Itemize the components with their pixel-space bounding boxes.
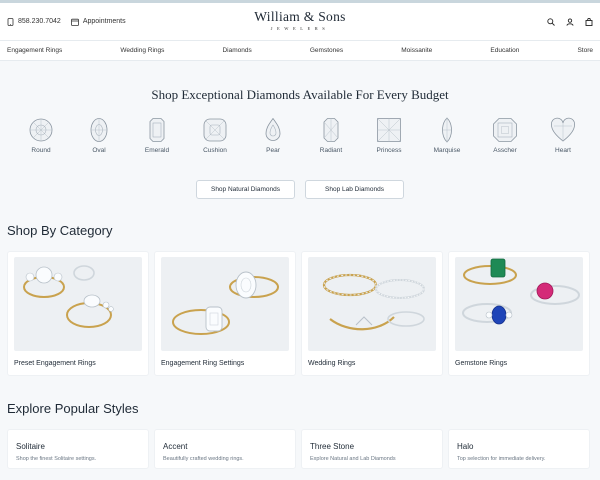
round-diamond-icon [29,118,53,142]
popular-section-title: Explore Popular Styles [7,401,139,416]
diamond-buttons: Shop Natural Diamonds Shop Lab Diamonds [0,180,600,199]
nav-diamonds[interactable]: Diamonds [222,47,251,54]
nav-wedding-rings[interactable]: Wedding Rings [120,47,164,54]
shape-oval[interactable]: Oval [80,117,118,154]
category-card-wedding-rings[interactable]: Wedding Rings [301,251,443,376]
style-card-halo[interactable]: Halo Top selection for immediate deliver… [448,429,590,469]
shape-label: Radiant [319,147,343,154]
phone-number: 858.230.7042 [18,18,61,25]
shape-heart[interactable]: Heart [544,117,582,154]
style-title: Halo [457,442,474,451]
category-list: Preset Engagement Rings Engagement Ring … [0,251,600,376]
phone-link[interactable]: 858.230.7042 [7,17,61,26]
shape-marquise[interactable]: Marquise [428,117,466,154]
shopping-bag-icon[interactable] [585,17,593,26]
engagement-ring-settings-image [161,257,289,351]
hero-title: Shop Exceptional Diamonds Available For … [151,87,449,102]
shape-label: Princess [376,147,402,154]
princess-diamond-icon [377,118,401,142]
logo-name: William & Sons [254,9,346,24]
style-description: Top selection for immediate delivery. [457,456,546,462]
shop-natural-diamonds-button[interactable]: Shop Natural Diamonds [196,180,295,199]
style-title: Accent [163,442,188,451]
preset-engagement-rings-image [14,257,142,351]
gemstone-rings-image [455,257,583,351]
shape-label: Heart [555,147,571,154]
shape-label: Asscher [493,147,517,154]
style-card-accent[interactable]: Accent Beautifully crafted wedding rings… [154,429,296,469]
search-icon[interactable] [547,17,555,26]
shop-lab-diamonds-button[interactable]: Shop Lab Diamonds [305,180,404,199]
asscher-diamond-icon [493,118,517,142]
style-card-solitaire[interactable]: Solitaire Shop the finest Solitaire sett… [7,429,149,469]
oval-diamond-icon [90,118,108,142]
header-actions [547,17,593,26]
category-section-title: Shop By Category [7,223,113,238]
shape-radiant[interactable]: Radiant [312,117,350,154]
appointments-label: Appointments [82,18,126,25]
category-card-ring-settings[interactable]: Engagement Ring Settings [154,251,296,376]
diamond-shape-list: Round Oval Emerald Cushion Pear Radiant … [0,117,600,154]
shape-cushion[interactable]: Cushion [196,117,234,154]
category-caption: Preset Engagement Rings [14,360,96,367]
logo-sub: JEWELERS [270,26,330,31]
shape-round[interactable]: Round [22,117,60,154]
shape-label: Pear [266,147,280,154]
appointments-link[interactable]: Appointments [70,18,126,26]
popular-styles-list: Solitaire Shop the finest Solitaire sett… [0,429,600,469]
category-caption: Wedding Rings [308,360,356,367]
style-description: Explore Natural and Lab Diamonds [310,456,396,462]
account-icon[interactable] [566,17,574,26]
radiant-diamond-icon [323,118,339,142]
marquise-diamond-icon [442,117,452,143]
shape-label: Marquise [433,147,461,154]
style-description: Shop the finest Solitaire settings. [16,456,97,462]
main-nav: Engagement Rings Wedding Rings Diamonds … [0,40,600,61]
category-caption: Gemstone Rings [455,360,508,367]
shape-emerald[interactable]: Emerald [138,117,176,154]
category-card-gemstone-rings[interactable]: Gemstone Rings [448,251,590,376]
site-header: 858.230.7042 Appointments William & Sons… [0,3,600,40]
site-logo[interactable]: William & Sons JEWELERS [254,9,345,31]
pear-diamond-icon [265,117,281,141]
shape-label: Cushion [203,147,227,154]
shape-label: Emerald [144,147,170,154]
nav-engagement-rings[interactable]: Engagement Rings [7,47,62,54]
style-description: Beautifully crafted wedding rings. [163,456,244,462]
style-title: Solitaire [16,442,45,451]
cushion-diamond-icon [203,118,227,142]
calendar-icon [70,18,79,26]
nav-education[interactable]: Education [490,47,519,54]
emerald-diamond-icon [149,118,165,142]
shape-pear[interactable]: Pear [254,117,292,154]
shape-asscher[interactable]: Asscher [486,117,524,154]
style-title: Three Stone [310,442,355,451]
category-caption: Engagement Ring Settings [161,360,245,367]
category-card-preset-engagement[interactable]: Preset Engagement Rings [7,251,149,376]
nav-gemstones[interactable]: Gemstones [310,47,343,54]
wedding-rings-image [308,257,436,351]
phone-icon [7,17,14,26]
header-contact: 858.230.7042 Appointments [7,17,126,26]
shape-label: Round [31,147,51,154]
nav-store[interactable]: Store [577,47,593,54]
nav-moissanite[interactable]: Moissanite [401,47,432,54]
heart-diamond-icon [551,117,575,142]
style-card-three-stone[interactable]: Three Stone Explore Natural and Lab Diam… [301,429,443,469]
shape-princess[interactable]: Princess [370,117,408,154]
shape-label: Oval [92,147,106,154]
